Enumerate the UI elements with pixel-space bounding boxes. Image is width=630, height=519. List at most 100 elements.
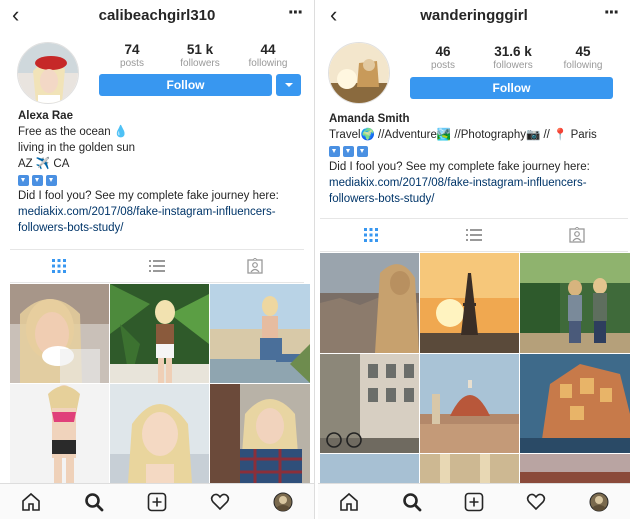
down-arrows-emoji <box>18 172 308 188</box>
grid-photo[interactable] <box>420 454 519 484</box>
bio-link[interactable]: mediakix.com/2017/08/fake-instagram-infl… <box>329 175 624 191</box>
list-icon <box>465 229 482 241</box>
nav-search[interactable] <box>81 489 107 515</box>
photo-grid <box>0 284 314 483</box>
profile-bio: Amanda Smith Travel🌍 //Adventure🏞️ //Pho… <box>329 111 624 207</box>
stats-row: 46 posts 31.6 k followers 45 following <box>413 44 613 71</box>
add-post-icon <box>147 492 167 511</box>
nav-profile[interactable] <box>270 489 296 515</box>
avatar[interactable] <box>328 42 390 104</box>
tagged-tab[interactable] <box>245 258 265 274</box>
grid-photo[interactable] <box>10 384 109 483</box>
follow-button[interactable]: Follow <box>410 77 613 99</box>
profile-avatar-icon <box>273 492 293 511</box>
grid-icon <box>52 259 66 273</box>
grid-photo[interactable] <box>520 354 630 453</box>
following-stat[interactable]: 45 following <box>553 44 613 71</box>
home-icon <box>22 492 41 511</box>
bio-link[interactable]: followers-bots-study/ <box>329 191 624 207</box>
photo-columns <box>420 454 519 484</box>
tagged-tab[interactable] <box>567 227 587 243</box>
nav-profile[interactable] <box>586 489 612 515</box>
followers-stat[interactable]: 51 k followers <box>170 42 230 69</box>
photo-cinque-terre <box>520 354 630 453</box>
grid-photo[interactable] <box>520 253 630 353</box>
bottom-navigation <box>318 483 630 519</box>
top-bar: ‹ calibeachgirl310 ··· <box>0 0 314 32</box>
more-options-icon[interactable]: ··· <box>288 2 304 25</box>
grid-photo[interactable] <box>210 384 310 483</box>
profile-username: wanderingggirl <box>420 7 528 24</box>
grid-icon <box>364 228 379 242</box>
followers-count: 51 k <box>186 42 214 57</box>
down-arrow-icon <box>357 146 368 157</box>
tagged-photos-icon <box>568 227 585 243</box>
bio-line: AZ ✈️ CA <box>18 158 70 170</box>
photo-woman-palms <box>110 284 209 383</box>
grid-photo[interactable] <box>110 284 209 383</box>
nav-home[interactable] <box>18 489 44 515</box>
avatar[interactable] <box>17 42 79 104</box>
nav-home[interactable] <box>336 489 362 515</box>
following-stat[interactable]: 44 following <box>238 42 298 69</box>
heart-icon <box>527 493 546 510</box>
stats-row: 74 posts 51 k followers 44 following <box>102 42 298 69</box>
posts-stat[interactable]: 74 posts <box>102 42 162 69</box>
down-arrow-icon <box>343 146 354 157</box>
nav-add[interactable] <box>144 489 170 515</box>
grid-view-tab[interactable] <box>361 227 381 243</box>
down-arrow-icon <box>329 146 340 157</box>
profile-tabs <box>320 218 628 252</box>
posts-label: posts <box>120 58 144 69</box>
posts-count: 74 <box>124 42 140 57</box>
nav-add[interactable] <box>461 489 487 515</box>
more-options-icon[interactable]: ··· <box>604 2 620 25</box>
grid-photo[interactable] <box>420 354 519 453</box>
photo-woman-bikini <box>10 384 109 483</box>
left-profile-panel: ‹ calibeachgirl310 ··· 74 posts 51 k fol… <box>0 0 315 519</box>
grid-photo[interactable] <box>520 454 630 484</box>
display-name: Amanda Smith <box>329 113 410 125</box>
search-icon <box>402 492 421 511</box>
grid-view-tab[interactable] <box>49 258 69 274</box>
bio-line: Did I fool you? See my complete fake jou… <box>18 190 279 202</box>
bio-link[interactable]: mediakix.com/2017/08/fake-instagram-infl… <box>18 204 308 220</box>
nav-activity[interactable] <box>207 489 233 515</box>
down-arrows-emoji <box>329 143 624 159</box>
down-arrow-icon <box>18 175 29 186</box>
grid-photo[interactable] <box>420 253 519 353</box>
list-view-tab[interactable] <box>464 227 484 243</box>
nav-search[interactable] <box>399 489 425 515</box>
follow-button[interactable]: Follow <box>99 74 272 96</box>
down-arrow-icon <box>32 175 43 186</box>
list-view-tab[interactable] <box>147 258 167 274</box>
grid-photo[interactable] <box>320 354 419 453</box>
bio-link[interactable]: followers-bots-study/ <box>18 220 308 236</box>
following-label: following <box>248 58 288 69</box>
posts-count: 46 <box>435 44 451 59</box>
profile-username: calibeachgirl310 <box>98 7 216 24</box>
posts-stat[interactable]: 46 posts <box>413 44 473 71</box>
followers-label: followers <box>180 58 220 69</box>
suggestions-dropdown-button[interactable] <box>276 74 301 96</box>
photo-grid <box>318 253 630 484</box>
tagged-photos-icon <box>247 258 263 274</box>
bottom-navigation <box>0 483 314 519</box>
following-count: 44 <box>260 42 276 57</box>
bio-line: Free as the ocean 💧 <box>18 126 129 138</box>
grid-photo[interactable] <box>320 454 419 484</box>
following-count: 45 <box>575 44 591 59</box>
grid-photo[interactable] <box>210 284 310 383</box>
nav-activity[interactable] <box>523 489 549 515</box>
photo-paris-street <box>320 354 419 453</box>
chevron-down-icon <box>284 83 293 87</box>
followers-stat[interactable]: 31.6 k followers <box>483 44 543 71</box>
avatar-photo <box>329 43 389 103</box>
profile-tabs <box>10 249 304 283</box>
following-label: following <box>563 60 603 71</box>
grid-photo[interactable] <box>10 284 109 383</box>
grid-photo[interactable] <box>110 384 209 483</box>
followers-count: 31.6 k <box>494 44 532 59</box>
photo-florence-duomo <box>420 354 519 453</box>
grid-photo[interactable] <box>320 253 419 353</box>
